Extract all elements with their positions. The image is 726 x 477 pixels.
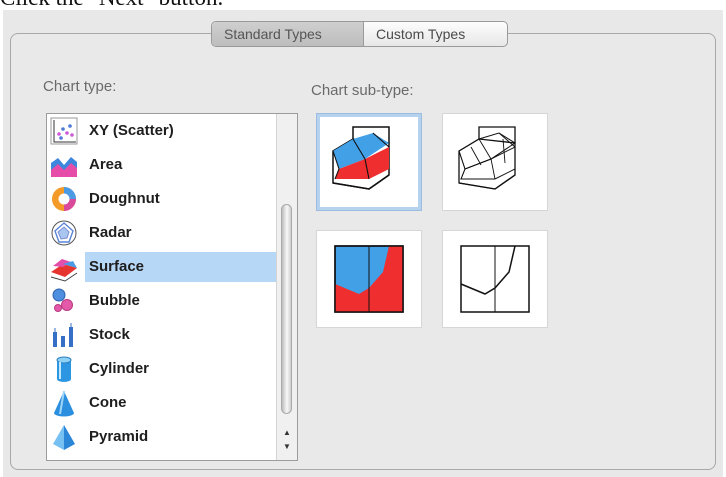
list-item-xy-scatter[interactable]: XY (Scatter) xyxy=(47,114,276,148)
instruction-caption: Click the "Next" button. xyxy=(0,0,223,10)
pyramid-chart-icon xyxy=(47,420,81,454)
chart-types-tabs: Standard Types Custom Types xyxy=(211,21,508,47)
cylinder-chart-icon xyxy=(47,352,81,386)
list-item-cylinder[interactable]: Cylinder xyxy=(47,352,276,386)
list-item-stock[interactable]: Stock xyxy=(47,318,276,352)
list-item-label: Pyramid xyxy=(89,428,149,445)
subtype-contour[interactable] xyxy=(316,230,422,328)
page: Click the "Next" button. Standard Types … xyxy=(0,0,726,477)
doughnut-chart-icon xyxy=(47,182,81,216)
3d-surface-wireframe-icon xyxy=(458,126,516,190)
list-item-radar[interactable]: Radar xyxy=(47,216,276,250)
cone-chart-icon xyxy=(47,386,81,420)
scroll-up-arrow-icon[interactable]: ▲ xyxy=(277,426,297,440)
list-item-label: Surface xyxy=(85,252,276,282)
tab-custom-types[interactable]: Custom Types xyxy=(364,22,507,46)
contour-icon xyxy=(334,245,404,313)
list-item-label: Bubble xyxy=(89,292,140,309)
list-item-label: Radar xyxy=(89,224,132,241)
list-item-area[interactable]: Area xyxy=(47,148,276,182)
list-item-label: Stock xyxy=(89,326,130,343)
scroll-down-arrow-icon[interactable]: ▼ xyxy=(277,440,297,454)
list-item-cone[interactable]: Cone xyxy=(47,386,276,420)
area-chart-icon xyxy=(47,148,81,182)
list-item-bubble[interactable]: Bubble xyxy=(47,284,276,318)
list-item-label: Area xyxy=(89,156,123,173)
subtype-contour-wireframe[interactable] xyxy=(442,230,548,328)
contour-wireframe-icon xyxy=(460,245,530,313)
subtype-3d-surface-wireframe[interactable] xyxy=(442,113,548,211)
chart-type-scrollbar[interactable]: ▲ ▼ xyxy=(276,114,297,460)
chart-type-label: Chart type: xyxy=(43,78,117,95)
radar-chart-icon xyxy=(47,216,81,250)
list-item-label: Cone xyxy=(89,394,127,411)
3d-surface-icon xyxy=(332,126,390,190)
list-item-label: XY (Scatter) xyxy=(89,122,174,139)
chart-subtype-label: Chart sub-type: xyxy=(311,82,414,99)
subtype-3d-surface[interactable] xyxy=(316,113,422,211)
chart-type-list[interactable]: XY (Scatter) Area Doughnut Radar Surface… xyxy=(46,113,298,461)
scatter-chart-icon xyxy=(47,114,81,148)
stock-chart-icon xyxy=(47,318,81,352)
list-item-label: Doughnut xyxy=(89,190,160,207)
surface-chart-icon xyxy=(47,250,81,284)
tab-standard-types[interactable]: Standard Types xyxy=(212,22,364,46)
scroll-thumb[interactable] xyxy=(281,204,292,414)
list-item-doughnut[interactable]: Doughnut xyxy=(47,182,276,216)
bubble-chart-icon xyxy=(47,284,81,318)
list-item-surface[interactable]: Surface xyxy=(47,250,276,284)
list-item-pyramid[interactable]: Pyramid xyxy=(47,420,276,454)
chart-wizard-dialog: Standard Types Custom Types Chart type: … xyxy=(3,10,723,477)
list-item-label: Cylinder xyxy=(89,360,150,377)
